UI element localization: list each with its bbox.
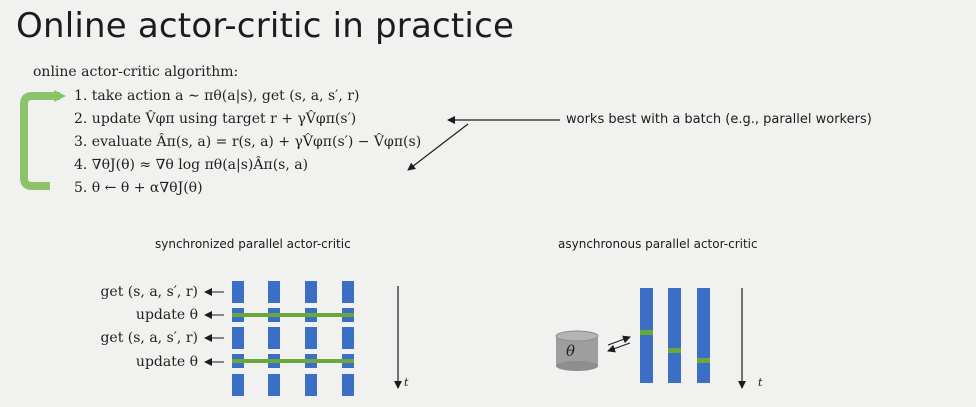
param-store-cylinder xyxy=(555,330,599,371)
sync-update-line xyxy=(232,313,354,317)
param-store-label: θ xyxy=(566,342,576,360)
slide: Online actor-critic in practice online a… xyxy=(0,0,976,407)
annotation-arrow xyxy=(407,123,469,171)
loop-arrow xyxy=(20,90,66,190)
sync-worker-blocks xyxy=(232,281,354,396)
diagram-graphics xyxy=(20,90,746,396)
async-worker-bars xyxy=(640,288,710,383)
sync-update-line xyxy=(232,359,354,363)
